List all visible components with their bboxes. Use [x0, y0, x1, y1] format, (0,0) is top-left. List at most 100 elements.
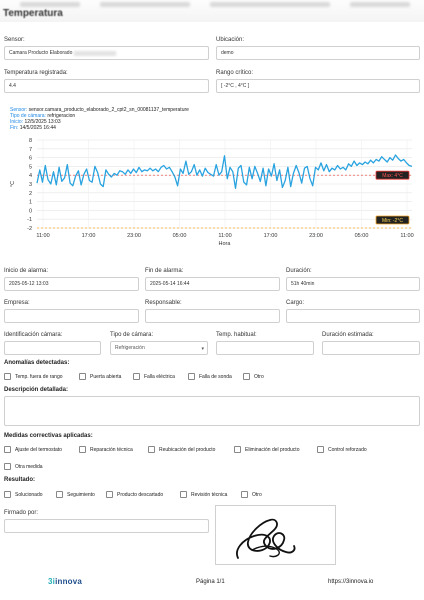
resultado-checkbox[interactable]: Solucionado — [4, 491, 43, 498]
resultado-option-label: Seguimiento — [67, 491, 95, 498]
resultado-checkbox[interactable]: Producto descartado — [106, 491, 163, 498]
duracion-estimada-field[interactable] — [322, 341, 420, 355]
firmado-field[interactable] — [4, 519, 209, 533]
y-tick-label: -1 — [27, 217, 32, 223]
checkbox-icon — [188, 373, 195, 380]
medidas-title: Medidas correctivas aplicadas: — [4, 433, 93, 439]
identificacion-camara-label: Identificación cámara: — [4, 332, 63, 338]
anomalia-option-label: Otro — [254, 373, 264, 380]
cargo-field[interactable] — [286, 309, 420, 323]
checkbox-icon — [234, 446, 241, 453]
y-tick-label: 0 — [29, 208, 32, 214]
medida-option-label: Otra medida — [15, 463, 43, 470]
checkbox-icon — [4, 463, 11, 470]
inicio-alarma-label: Inicio de alarma: — [4, 268, 49, 274]
inicio-alarma-value: 2025-05-12 13:03 — [9, 281, 49, 287]
y-axis-label: °C — [10, 181, 16, 187]
sensor-field[interactable]: Camara Producto Elaborado — [4, 46, 209, 60]
x-tick-label: 11:00 — [36, 233, 49, 239]
x-tick-label: 23:00 — [127, 233, 141, 239]
fin-alarma-field[interactable]: 2025-05-14 16:44 — [145, 277, 280, 291]
temp-registrada-value: 4.4 — [9, 83, 16, 89]
checkbox-icon — [106, 491, 113, 498]
inicio-alarma-field[interactable]: 2025-05-12 13:03 — [4, 277, 139, 291]
checkbox-icon — [241, 491, 248, 498]
checkbox-icon — [79, 373, 86, 380]
x-tick-label: 17:00 — [82, 233, 96, 239]
x-axis-label: Hora — [219, 241, 232, 247]
x-tick-label: 11:00 — [400, 233, 413, 239]
resultado-checkbox[interactable]: Seguimiento — [56, 491, 95, 498]
page-header: Temperatura — [0, 0, 424, 22]
anomalia-option-label: Temp. fuera de rango — [15, 373, 63, 380]
y-tick-label: 6 — [29, 156, 32, 162]
medida-option-label: Reubicación del producto — [159, 446, 216, 453]
redacted-text — [74, 50, 117, 56]
medida-checkbox[interactable]: Otra medida — [4, 463, 43, 470]
checkbox-icon — [180, 491, 187, 498]
duracion-label: Duración: — [286, 268, 312, 274]
signature-box[interactable] — [215, 505, 336, 565]
resultado-checkbox[interactable]: Otro — [241, 491, 262, 498]
anomalia-checkbox[interactable]: Temp. fuera de rango — [4, 373, 63, 380]
anomalia-option-label: Falla de sonda — [199, 373, 232, 380]
threshold-label: Max: 4°C — [382, 173, 403, 179]
y-tick-label: 7 — [29, 147, 32, 153]
fin-alarma-value: 2025-05-14 16:44 — [150, 281, 190, 287]
sensor-value: Camara Producto Elaborado — [9, 50, 73, 56]
anomalia-checkbox[interactable]: Puerta abierta — [79, 373, 121, 380]
responsable-label: Responsable: — [145, 300, 182, 306]
empresa-field[interactable] — [4, 309, 139, 323]
descripcion-title: Descripción detallada: — [4, 387, 69, 393]
checkbox-icon — [148, 446, 155, 453]
tipo-camara-value: Refrigeración — [115, 345, 145, 351]
blurred-header-text — [20, 2, 80, 7]
anomalia-option-label: Puerta abierta — [90, 373, 122, 380]
ubicacion-label: Ubicación: — [216, 37, 245, 43]
ubicacion-field[interactable]: demo — [216, 46, 420, 60]
resultado-title: Resultado: — [4, 477, 36, 483]
medida-checkbox[interactable]: Reparación técnica — [79, 446, 133, 453]
y-tick-label: 2 — [29, 191, 32, 197]
sensor-label: Sensor: — [4, 37, 25, 43]
threshold-label: Min: -2°C — [382, 218, 403, 224]
medida-checkbox[interactable]: Eliminación del producto — [234, 446, 299, 453]
medida-checkbox[interactable]: Control reforzado — [317, 446, 367, 453]
firmado-label: Firmado por: — [4, 510, 39, 516]
y-tick-label: 1 — [29, 200, 32, 206]
series-line — [36, 154, 413, 190]
signature-drawing — [236, 518, 296, 559]
resultado-checkbox[interactable]: Revisión técnica — [180, 491, 227, 498]
duracion-value: 51h 40min — [291, 281, 315, 287]
chart-fin-key: Fin: — [10, 125, 19, 131]
temp-registrada-field[interactable]: 4.4 — [4, 79, 209, 93]
anomalia-checkbox[interactable]: Falla de sonda — [188, 373, 232, 380]
medida-option-label: Eliminación del producto — [245, 446, 300, 453]
descripcion-textarea[interactable] — [4, 396, 420, 426]
duracion-field[interactable]: 51h 40min — [286, 277, 420, 291]
anomalia-checkbox[interactable]: Falla eléctrica — [133, 373, 175, 380]
resultado-option-label: Producto descartado — [117, 491, 164, 498]
responsable-field[interactable] — [145, 309, 280, 323]
company-logo: 3iinnova — [48, 577, 82, 586]
anomalia-option-label: Falla eléctrica — [144, 373, 175, 380]
chart-info: Sensor: sensor.camara_producto_elaborado… — [10, 107, 189, 131]
checkbox-icon — [317, 446, 324, 453]
rango-field[interactable]: [ -2°C , 4°C ] — [216, 79, 420, 93]
medida-option-label: Control reforzado — [328, 446, 367, 453]
ubicacion-value: demo — [221, 50, 234, 56]
anomalias-title: Anomalías detectadas: — [4, 360, 70, 366]
medida-checkbox[interactable]: Ajuste del termostato — [4, 446, 62, 453]
medida-option-label: Ajuste del termostato — [15, 446, 62, 453]
tipo-camara-label: Tipo de cámara: — [110, 332, 154, 338]
checkbox-icon — [4, 373, 11, 380]
y-tick-label: 8 — [29, 138, 32, 144]
medida-checkbox[interactable]: Reubicación del producto — [148, 446, 215, 453]
rango-label: Rango crítico: — [216, 70, 254, 76]
temperature-chart: -2 -1 0 1 2 3 4 5 6 7 8 11:00 17:00 23:00 05:00 11:00 17… — [10, 138, 414, 247]
tipo-camara-select[interactable]: Refrigeración ▾ — [110, 341, 208, 355]
temp-habitual-field[interactable] — [216, 341, 314, 355]
anomalia-checkbox[interactable]: Otro — [243, 373, 264, 380]
identificacion-camara-field[interactable] — [4, 341, 101, 355]
x-tick-label: 05:00 — [355, 233, 369, 239]
